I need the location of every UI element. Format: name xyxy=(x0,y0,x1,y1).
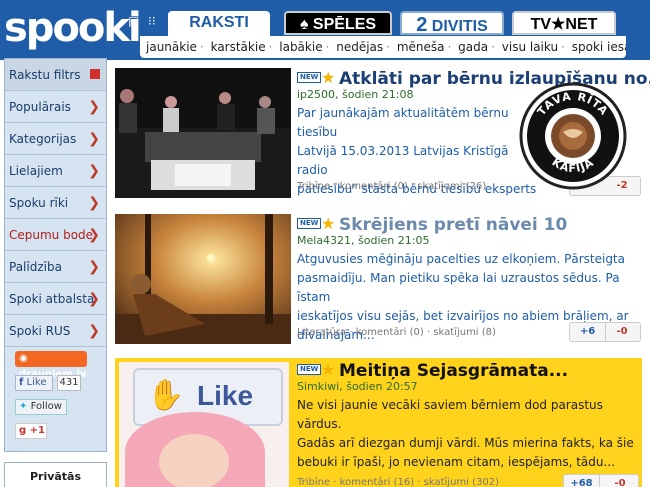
tab-divitis[interactable]: 2 DIVITIS xyxy=(400,11,504,36)
sidebar-item-categories[interactable]: Kategorijas ❯ xyxy=(5,123,106,155)
article-meta: Mela4321, šodien 21:05 xyxy=(297,234,430,247)
article-meta: ip2500, šodien 21:08 xyxy=(297,88,414,101)
like-count: 431 xyxy=(57,375,81,391)
article-footer: Tribīne · komentāri (0) · skatījumi (26) xyxy=(297,181,487,192)
subnav-item[interactable]: labākie xyxy=(279,40,322,54)
sidebar-item-help[interactable]: Palīdzība ❯ xyxy=(5,251,106,283)
vote-down-button[interactable]: -0 xyxy=(602,475,638,487)
chevron-right-icon: ❯ xyxy=(88,99,100,115)
image-view-icon[interactable]: ▣ xyxy=(128,14,139,28)
social-buttons: ◉ draugiem.lv f Like 431 ✦ Follow g +1 xyxy=(9,347,104,447)
article-thumbnail[interactable]: ✋ Like xyxy=(119,362,289,487)
header: spooki ▣ ⁝⁝ RAKSTI ♠ SPĒLES 2 DIVITIS TV… xyxy=(0,0,650,60)
twitter-follow-button[interactable]: ✦ Follow xyxy=(15,399,67,415)
private-galleries[interactable]: Privātās galerijas xyxy=(4,462,107,487)
tab-speles[interactable]: ♠ SPĒLES xyxy=(284,11,392,35)
facebook-icon: f xyxy=(19,377,24,388)
sidebar-item-support[interactable]: Spoki atbalsta ❯ xyxy=(5,283,106,315)
subnav-item[interactable]: visu laiku xyxy=(502,40,558,54)
sidebar-item-cookie-shop[interactable]: Cepumu bode ❯ xyxy=(5,219,106,251)
subnav-item[interactable]: karstākie xyxy=(211,40,266,54)
tab-tvnet[interactable]: TV★NET xyxy=(512,11,616,35)
tab-raksti[interactable]: RAKSTI xyxy=(168,11,270,37)
vote-down-button[interactable]: -0 xyxy=(604,323,640,341)
article-card: NEW ★ Skrējiens pretī nāvei 10 Mela4321,… xyxy=(115,214,642,344)
sidebar-item-popular[interactable]: Populārais ❯ xyxy=(5,91,106,123)
chevron-right-icon: ❯ xyxy=(88,227,100,243)
chevron-right-icon: ❯ xyxy=(88,163,100,179)
star-icon[interactable]: ★ xyxy=(321,362,335,378)
chevron-right-icon: ❯ xyxy=(88,291,100,307)
vote-box: +6 -0 xyxy=(569,322,641,342)
article-footer: Literatūra · komentāri (0) · skatījumi (… xyxy=(297,327,496,338)
vote-box: +68 -0 xyxy=(563,474,639,487)
divitis-number: 2 xyxy=(416,14,428,36)
google-plus-button[interactable]: g +1 xyxy=(15,423,47,439)
article-excerpt: Ne visi jaunie vecāki saviem bērniem dod… xyxy=(297,398,634,469)
thumbs-up-icon: ✋ xyxy=(147,378,185,413)
twitter-icon: ✦ xyxy=(19,401,28,412)
spade-icon: ♠ xyxy=(299,16,309,33)
article-title[interactable]: Skrējiens pretī nāvei 10 xyxy=(339,215,567,235)
new-badge: NEW xyxy=(297,218,322,229)
subnav-item[interactable]: jaunākie xyxy=(146,40,197,54)
article-title[interactable]: Meitiņa Sejasgrāmata... xyxy=(339,361,568,381)
sidebar-item-rus[interactable]: Spoki RUS ❯ xyxy=(5,315,106,347)
vote-up-button[interactable]: +68 xyxy=(564,475,600,487)
article-card-featured: ✋ Like NEW ★ Meitiņa Sejasgrāmata... Sim… xyxy=(115,358,642,487)
baby-face xyxy=(159,434,229,487)
subnav-item[interactable]: spoki iesaka xyxy=(572,40,626,54)
chevron-right-icon: ❯ xyxy=(88,323,100,339)
star-icon[interactable]: ★ xyxy=(321,216,335,232)
new-badge: NEW xyxy=(297,72,322,83)
draugiem-button[interactable]: ◉ draugiem.lv xyxy=(15,351,87,380)
star-icon[interactable]: ★ xyxy=(321,70,335,86)
subnav-item[interactable]: gada xyxy=(458,40,488,54)
vote-up-button[interactable]: +6 xyxy=(570,323,606,341)
article-meta: Simkiwi, šodien 20:57 xyxy=(297,380,418,393)
draugiem-icon: ◉ xyxy=(19,353,28,364)
article-thumbnail[interactable] xyxy=(115,68,291,198)
grid-view-icon[interactable]: ⁝⁝ xyxy=(148,14,156,28)
header-icons: ▣ ⁝⁝ xyxy=(128,14,164,28)
subnav-item[interactable]: nedējas xyxy=(336,40,383,54)
sidebar-item-adults[interactable]: Lielajiem ❯ xyxy=(5,155,106,187)
sidebar-item-tools[interactable]: Spoku rīki ❯ xyxy=(5,187,106,219)
article-footer: Tribīne · komentāri (16) · skatījumi (30… xyxy=(297,477,500,487)
morning-coffee-badge[interactable]: TAVA RĪTA KAFIJA xyxy=(519,82,627,190)
sidebar-item-filter[interactable]: Rakstu filtrs xyxy=(5,59,106,91)
new-badge: NEW xyxy=(297,364,322,375)
article-thumbnail[interactable] xyxy=(115,214,291,344)
facebook-like-button[interactable]: f Like xyxy=(15,375,53,391)
filter-toggle-icon xyxy=(90,69,100,79)
google-plus-icon: g xyxy=(19,425,27,436)
chevron-right-icon: ❯ xyxy=(88,259,100,275)
sidebar: Rakstu filtrs Populārais ❯ Kategorijas ❯ L… xyxy=(4,58,107,452)
chevron-right-icon: ❯ xyxy=(88,131,100,147)
chevron-right-icon: ❯ xyxy=(88,195,100,211)
subnav: jaunākie · karstākie · labākie · nedējas · m… xyxy=(140,36,626,58)
subnav-item[interactable]: mēneša xyxy=(397,40,445,54)
site-logo[interactable]: spooki xyxy=(4,4,142,54)
